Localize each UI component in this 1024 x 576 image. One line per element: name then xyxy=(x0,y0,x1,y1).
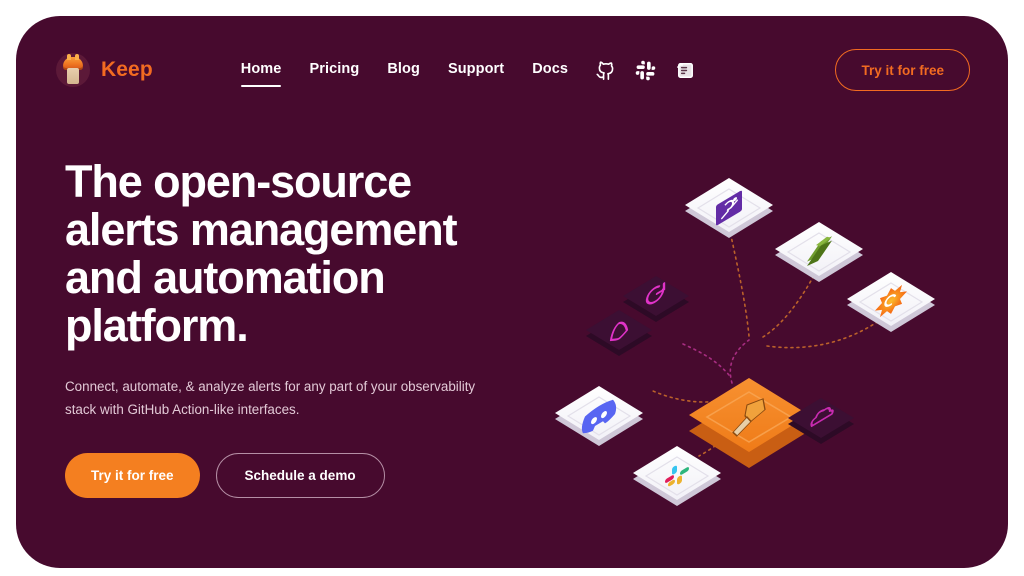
grafana-tile xyxy=(847,272,935,332)
dim-mongo-tile xyxy=(586,310,652,356)
nav-link-pricing[interactable]: Pricing xyxy=(309,61,359,80)
top-navigation-bar: Keep Home Pricing Blog Support Docs Try … xyxy=(16,16,1008,124)
discord-tile xyxy=(555,386,643,446)
hero-section: The open-source alerts management and au… xyxy=(65,158,535,498)
nav-link-home[interactable]: Home xyxy=(240,61,282,87)
nav-try-free-button[interactable]: Try it for free xyxy=(835,49,970,91)
nav-link-blog[interactable]: Blog xyxy=(387,61,420,80)
docs-news-icon[interactable] xyxy=(674,59,697,82)
github-icon[interactable] xyxy=(594,59,617,82)
hero-try-free-button[interactable]: Try it for free xyxy=(65,453,200,498)
hero-schedule-demo-button[interactable]: Schedule a demo xyxy=(215,453,385,498)
brand-logo[interactable]: Keep xyxy=(56,53,153,87)
slack-icon[interactable] xyxy=(634,59,657,82)
green-tool-tile xyxy=(775,222,863,282)
hero-title: The open-source alerts management and au… xyxy=(65,156,458,351)
nav-link-support[interactable]: Support xyxy=(448,61,504,80)
slack-tile xyxy=(633,446,721,506)
nav-links: Home Pricing Blog Support Docs xyxy=(240,61,568,87)
nav-link-docs[interactable]: Docs xyxy=(532,61,568,80)
hero-subtitle: Connect, automate, & analyze alerts for … xyxy=(65,379,476,417)
dim-refresh-tile xyxy=(623,276,689,322)
integrations-illustration xyxy=(521,156,1001,516)
hero-actions: Try it for free Schedule a demo xyxy=(65,453,535,498)
brand-name: Keep xyxy=(101,58,153,81)
datadog-tile xyxy=(685,178,773,238)
nav-social-icons xyxy=(594,59,697,82)
torch-flame-icon xyxy=(56,53,90,87)
hero-page-card: Keep Home Pricing Blog Support Docs Try … xyxy=(16,16,1008,568)
